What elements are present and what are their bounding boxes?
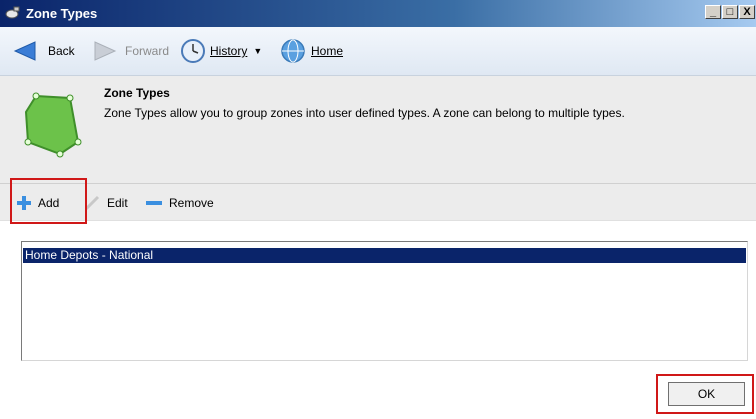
forward-label: Forward [125,44,170,58]
minus-icon [146,201,162,205]
navigation-bar: Back Forward History ▼ Home [0,27,756,76]
clock-icon [181,39,205,63]
history-label: History [210,44,248,58]
forward-button[interactable]: Forward [93,40,169,62]
history-button[interactable]: History ▼ [180,39,262,63]
list-item[interactable]: Home Depots - National [23,248,746,263]
window-title: Zone Types [26,6,98,21]
page-description: Zone Types allow you to group zones into… [104,106,625,120]
forward-arrow-icon [94,41,117,61]
page-header: Zone Types Zone Types allow you to group… [0,76,756,184]
maximize-button[interactable]: □ [722,5,738,19]
edit-button[interactable]: Edit [83,194,128,212]
toolbar: Add Edit Remove [0,184,756,221]
satellite-icon [5,6,20,19]
edit-label: Edit [107,196,128,210]
home-label: Home [311,44,344,58]
ok-highlight-box [656,374,754,414]
close-button[interactable]: X [739,5,755,19]
home-button[interactable]: Home [280,39,344,63]
add-highlight-box [10,178,87,224]
chevron-down-icon[interactable]: ▼ [253,46,262,56]
zone-types-list[interactable]: Home Depots - National [21,241,748,361]
title-bar[interactable]: Zone Types _ □ X [0,0,756,27]
back-arrow-icon [13,41,36,61]
globe-icon [281,39,305,63]
minimize-button[interactable]: _ [705,5,721,19]
zone-polygon-icon [24,92,82,158]
page-title: Zone Types [104,86,170,100]
back-button[interactable]: Back [13,40,75,62]
remove-button[interactable]: Remove [145,194,214,212]
remove-label: Remove [169,196,214,210]
back-label: Back [48,44,75,58]
